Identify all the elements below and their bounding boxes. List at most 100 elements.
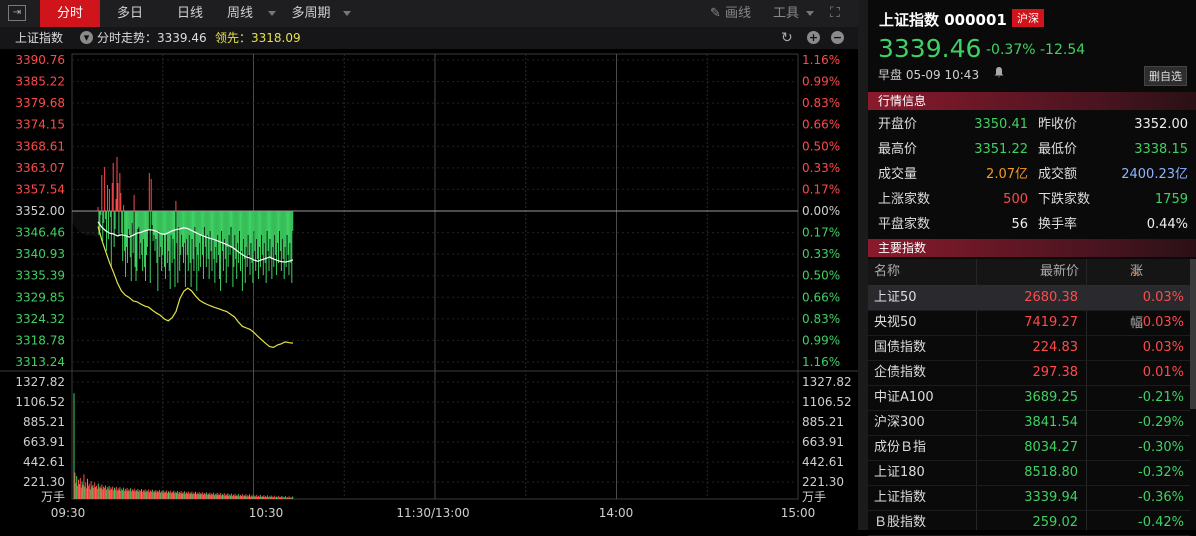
- price-tick-label: 3374.15: [15, 118, 65, 132]
- index-name: Ｂ股指数: [874, 515, 927, 530]
- tab-daily[interactable]: 日线: [166, 0, 214, 27]
- volume-tick-label: 885.21: [23, 415, 65, 429]
- index-change: -0.32%: [1138, 465, 1184, 480]
- index-row[interactable]: 上证50 2680.38 0.03%: [868, 286, 1190, 311]
- quote-panel: 上证指数 000001 沪深 3339.46 -0.37% -12.54 早盘 …: [868, 0, 1196, 536]
- bell-icon[interactable]: [993, 66, 1005, 78]
- quote-label: 上涨家数: [878, 192, 931, 207]
- volume-tick-label: 1106.52: [802, 395, 852, 409]
- index-name: 成份Ｂ指: [874, 440, 927, 455]
- index-change: 0.03%: [1142, 315, 1184, 330]
- volume-tick-label: 442.61: [23, 455, 65, 469]
- quote-label: 最高价: [878, 142, 918, 157]
- price-tick-label: 3352.00: [15, 204, 65, 218]
- chevron-down-circle-icon[interactable]: ▾: [80, 31, 93, 44]
- draw-line-button[interactable]: ✎ 画线: [710, 0, 751, 27]
- volume-tick-label: 1327.82: [15, 375, 65, 389]
- index-price: 7419.27: [1024, 315, 1078, 330]
- volume-tick-label: 221.30: [23, 475, 65, 489]
- percent-tick-label: 0.33%: [802, 247, 840, 261]
- index-change: -0.21%: [1138, 390, 1184, 405]
- index-name: 央视50: [874, 315, 917, 330]
- trend-label: 分时走势：3339.46: [97, 31, 207, 45]
- quote-value: 3351.22: [974, 142, 1028, 157]
- index-table-header: 名称 最新价 涨跌幅 ↓: [868, 259, 1190, 331]
- quote-value: 0.44%: [1146, 217, 1188, 232]
- quote-value: 56: [1011, 217, 1028, 232]
- index-row[interactable]: Ｂ股指数 259.02 -0.42%: [868, 511, 1190, 536]
- index-row[interactable]: 中证A100 3689.25 -0.21%: [868, 386, 1190, 411]
- session-time: 早盘 05-09 10:43: [878, 68, 980, 82]
- index-name: 上证180: [874, 465, 925, 480]
- quote-info-header: 行情信息: [868, 92, 1196, 110]
- chevron-down-icon[interactable]: [806, 11, 814, 16]
- index-price: 8518.80: [1024, 465, 1078, 480]
- volume-tick-label: 663.91: [802, 435, 844, 449]
- tab-multi-day[interactable]: 多日: [106, 0, 154, 27]
- percent-tick-label: 0.50%: [802, 269, 840, 283]
- change-value: -12.54: [1040, 42, 1086, 58]
- price-tick-label: 3368.61: [15, 139, 65, 153]
- volume-tick-label: 1106.52: [15, 395, 65, 409]
- index-price: 224.83: [1032, 340, 1079, 355]
- index-row[interactable]: 国债指数 224.83 0.03%: [868, 336, 1190, 361]
- index-row[interactable]: 沪深300 3841.54 -0.29%: [868, 411, 1190, 436]
- col-price[interactable]: 最新价: [1040, 259, 1079, 285]
- quote-row: 最高价 3351.22 最低价 3338.15: [868, 137, 1196, 162]
- refresh-icon[interactable]: ↻: [781, 27, 793, 49]
- index-price: 3339.94: [1024, 490, 1078, 505]
- index-change: -0.30%: [1138, 440, 1184, 455]
- index-name: 沪深300: [874, 415, 925, 430]
- tab-multi-period[interactable]: 多周期: [282, 0, 340, 27]
- quote-value: 2.07亿: [986, 167, 1028, 182]
- percent-tick-label: 0.66%: [802, 290, 840, 304]
- tab-weekly[interactable]: 周线: [216, 0, 264, 27]
- price-tick-label: 3379.68: [15, 96, 65, 110]
- tab-intraday[interactable]: 分时: [40, 0, 100, 27]
- index-name: 上证指数: [15, 31, 64, 45]
- percent-tick-label: 0.50%: [802, 139, 840, 153]
- price-tick-label: 3390.76: [15, 53, 65, 67]
- index-row[interactable]: 企债指数 297.38 0.01%: [868, 361, 1190, 386]
- zoom-in-icon[interactable]: +: [807, 31, 820, 44]
- remove-watchlist-button[interactable]: 删自选: [1144, 66, 1187, 86]
- security-title: 上证指数 000001: [879, 11, 1007, 29]
- quote-value: 3338.15: [1134, 142, 1188, 157]
- exit-icon[interactable]: ⇥: [8, 5, 26, 21]
- quote-row: 成交量 2.07亿 成交额 2400.23亿: [868, 162, 1196, 187]
- quote-row: 上涨家数 500 下跌家数 1759: [868, 187, 1196, 212]
- price-tick-label: 3340.93: [15, 247, 65, 261]
- index-change: -0.36%: [1138, 490, 1184, 505]
- index-change: 0.03%: [1142, 340, 1184, 355]
- zoom-out-icon[interactable]: −: [831, 31, 844, 44]
- last-price: 3339.46: [878, 34, 982, 63]
- price-tick-label: 3385.22: [15, 75, 65, 89]
- price-tick-label: 3357.54: [15, 182, 65, 196]
- quote-label: 最低价: [1038, 142, 1078, 157]
- index-row[interactable]: 上证指数 3339.94 -0.36%: [868, 486, 1190, 511]
- price-tick-label: 3329.85: [15, 290, 65, 304]
- index-row[interactable]: 央视50 7419.27 0.03%: [868, 311, 1190, 336]
- quote-header: 上证指数 000001 沪深 3339.46 -0.37% -12.54 早盘 …: [868, 0, 1196, 92]
- chevron-down-icon[interactable]: [343, 11, 351, 16]
- percent-tick-label: 0.17%: [802, 226, 840, 240]
- time-tick-label: 15:00: [781, 506, 816, 520]
- app-root: ⇥ 分时 多日 日线 周线 多周期 ✎ 画线 工具 ⛶ 上证指数 ▾ 分时走势：…: [0, 0, 1196, 536]
- quote-row: 平盘家数 56 换手率 0.44%: [868, 212, 1196, 237]
- index-change: -0.42%: [1138, 515, 1184, 530]
- index-name: 上证50: [874, 290, 917, 305]
- index-change: 0.01%: [1142, 365, 1184, 380]
- volume-tick-label: 1327.82: [802, 375, 852, 389]
- index-price: 8034.27: [1024, 440, 1078, 455]
- col-name[interactable]: 名称: [874, 259, 900, 285]
- index-name: 企债指数: [874, 365, 927, 380]
- quote-row: 开盘价 3350.41 昨收价 3352.00: [868, 112, 1196, 137]
- intraday-chart[interactable]: 3390.76 1.16% 3385.22 0.99% 3379.68 0.83% 3374…: [0, 49, 858, 530]
- index-row[interactable]: 上证180 8518.80 -0.32%: [868, 461, 1190, 486]
- chevron-down-icon[interactable]: [268, 11, 276, 16]
- fullscreen-icon[interactable]: ⛶: [830, 0, 840, 27]
- index-row[interactable]: 成份Ｂ指 8034.27 -0.30%: [868, 436, 1190, 461]
- quote-value: 500: [1003, 192, 1028, 207]
- scrollbar[interactable]: [1190, 259, 1196, 409]
- tools-button[interactable]: 工具: [773, 0, 799, 27]
